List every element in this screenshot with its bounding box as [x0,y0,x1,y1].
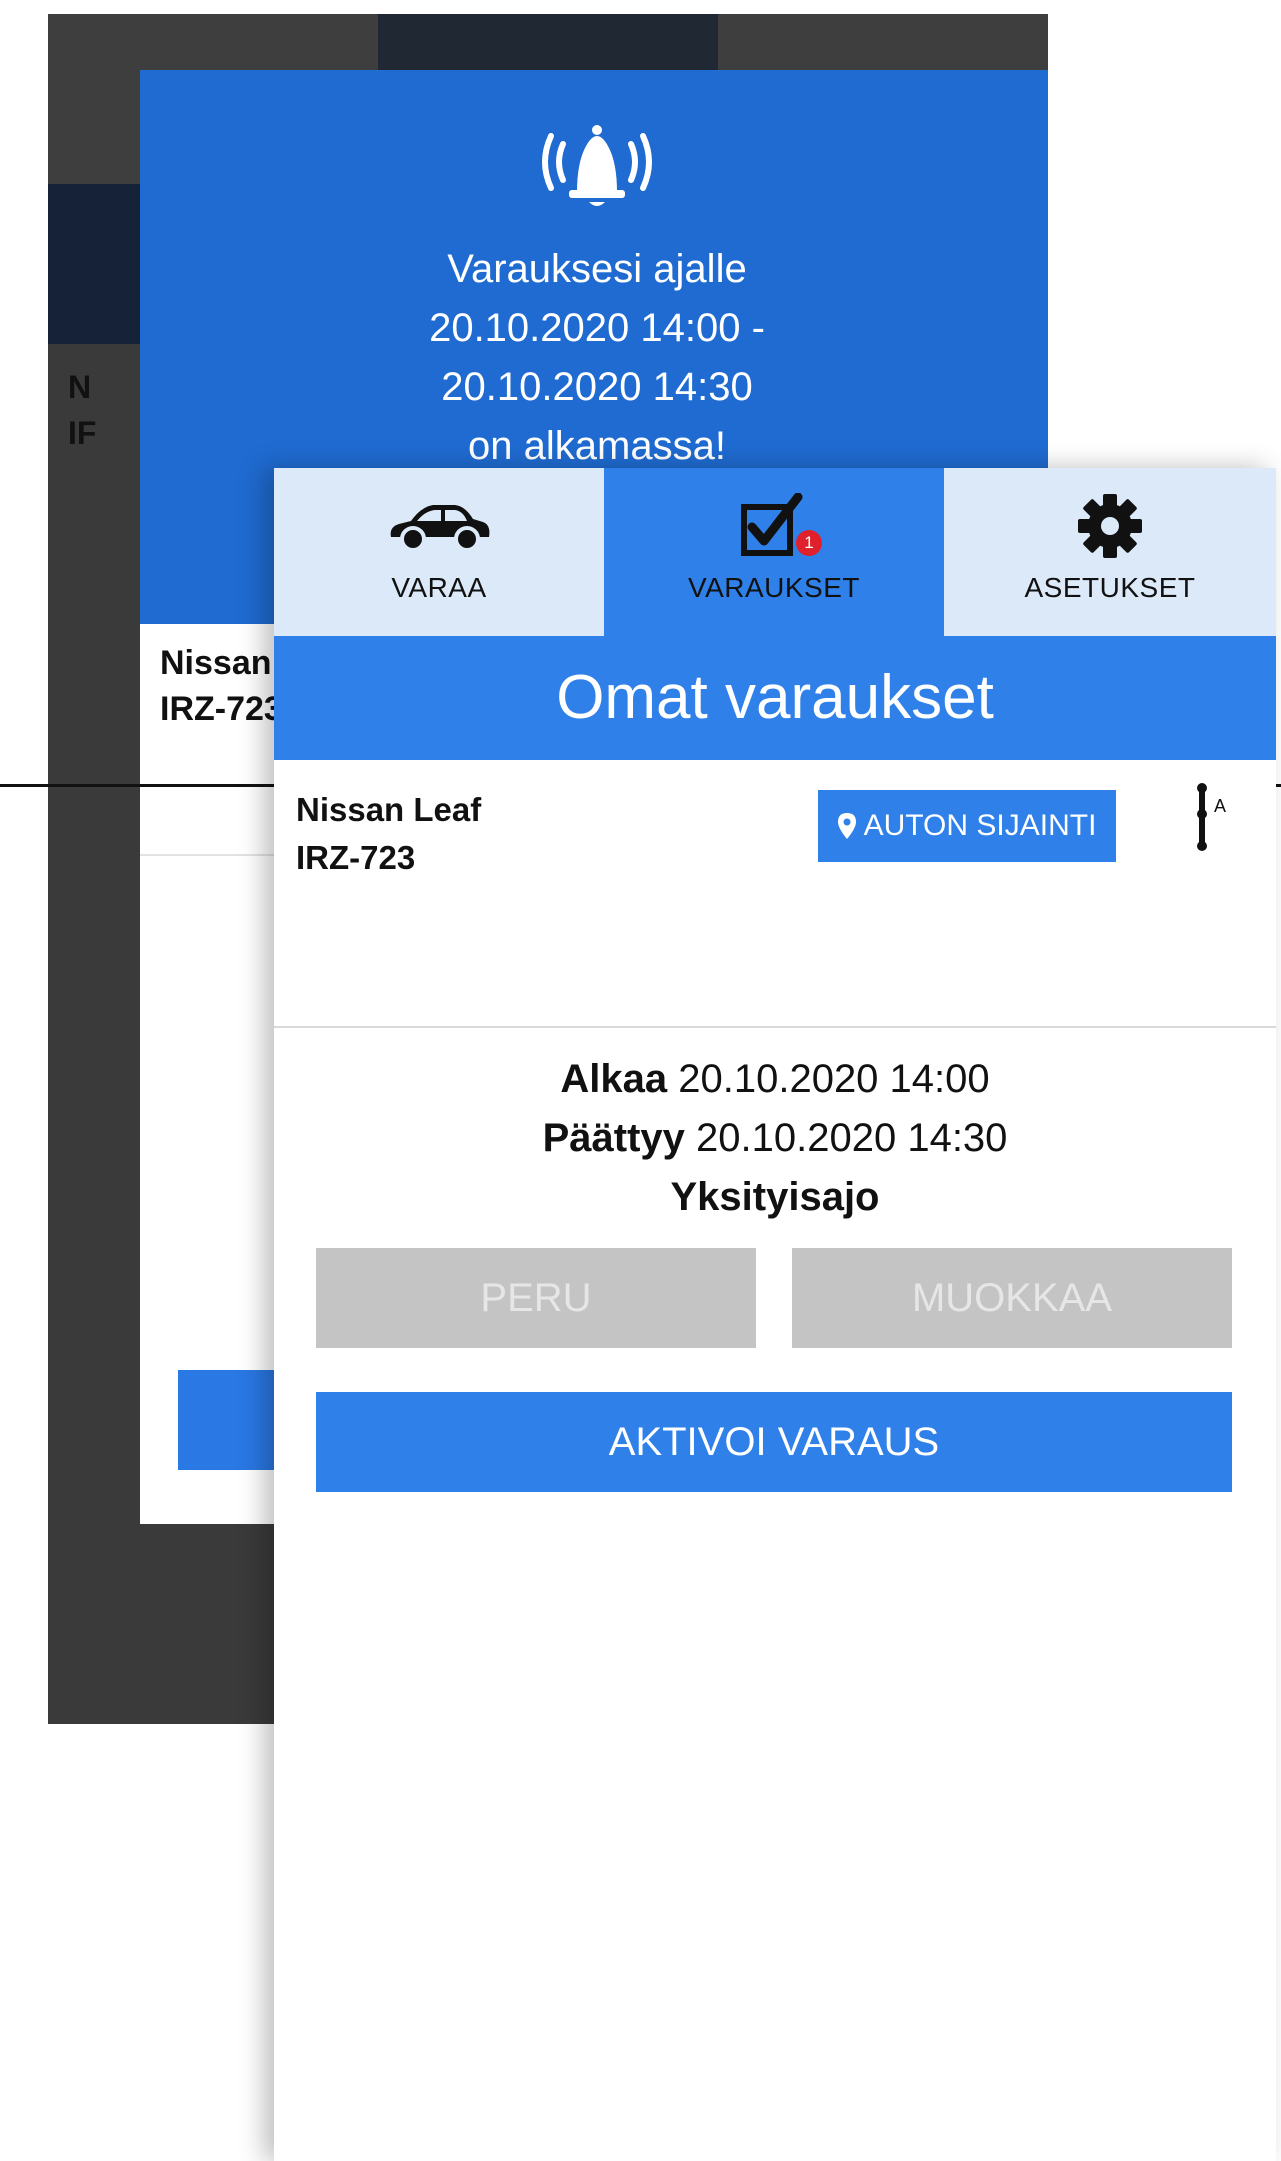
reservations-app-screenshot: VARAA 1 VARAUKSET ASETUKSET Omat varauks… [274,468,1276,2161]
tab-label: ASETUKSET [1024,572,1196,603]
sort-icon[interactable]: A [1192,780,1232,856]
activate-reservation-button[interactable]: AKTIVOI VARAUS [316,1392,1232,1492]
alert-message: Varauksesi ajalle 20.10.2020 14:00 - 20.… [140,240,1048,476]
map-pin-icon [837,813,856,839]
booking-divider [274,1026,1276,1028]
tab-bar: VARAA 1 VARAUKSET ASETUKSET [274,468,1276,636]
cancel-button[interactable]: PERU [316,1248,756,1348]
background-partial-line: N [68,369,92,405]
edit-button[interactable]: MUOKKAA [792,1248,1232,1348]
bell-alarm-icon [542,125,652,206]
tab-varaukset[interactable]: 1 VARAUKSET [604,468,944,636]
end-label: Päättyy [542,1116,685,1160]
sort-letter: A [1214,796,1226,816]
car-location-label: AUTON SIJAINTI [863,809,1097,842]
alert-car-plate: IRZ-723 [160,690,283,728]
page-title: Omat varaukset [274,636,1276,760]
background-partial-text: N IF [68,364,96,456]
alert-car-info: Nissan IRZ-723 [160,640,283,732]
background-partial-line: IF [68,415,97,451]
booking-car-model: Nissan Leaf [296,791,482,828]
trip-type: Yksityisajo [670,1175,880,1219]
car-location-button[interactable]: AUTON SIJAINTI [818,790,1116,862]
car-icon [385,490,493,562]
alert-message-line: 20.10.2020 14:30 [441,365,753,409]
booking-card: Nissan Leaf IRZ-723 AUTON SIJAINTI A [274,760,1276,996]
tab-label: VARAA [391,572,487,603]
page-rule-left [0,784,280,787]
tab-label: VARAUKSET [687,572,861,603]
booking-trip-type: Yksityisajo [274,1168,1276,1227]
booking-car-plate: IRZ-723 [296,839,416,876]
booking-car-info: Nissan Leaf IRZ-723 [296,786,481,882]
gear-icon [1075,490,1145,562]
start-label: Alkaa [560,1057,668,1101]
start-value: 20.10.2020 14:00 [678,1057,990,1101]
tab-varaa[interactable]: VARAA [274,468,604,636]
end-value: 20.10.2020 14:30 [696,1116,1008,1160]
booking-end: Päättyy 20.10.2020 14:30 [274,1109,1276,1168]
tab-asetukset[interactable]: ASETUKSET [944,468,1276,636]
alert-message-line: Varauksesi ajalle [447,247,747,291]
alert-message-line: 20.10.2020 14:00 - [429,306,765,350]
alert-car-model: Nissan [160,644,272,682]
checkbox-icon: 1 [738,490,822,562]
booking-start: Alkaa 20.10.2020 14:00 [274,1050,1276,1109]
notification-badge: 1 [796,530,822,556]
booking-times: Alkaa 20.10.2020 14:00 Päättyy 20.10.202… [274,1050,1276,1227]
